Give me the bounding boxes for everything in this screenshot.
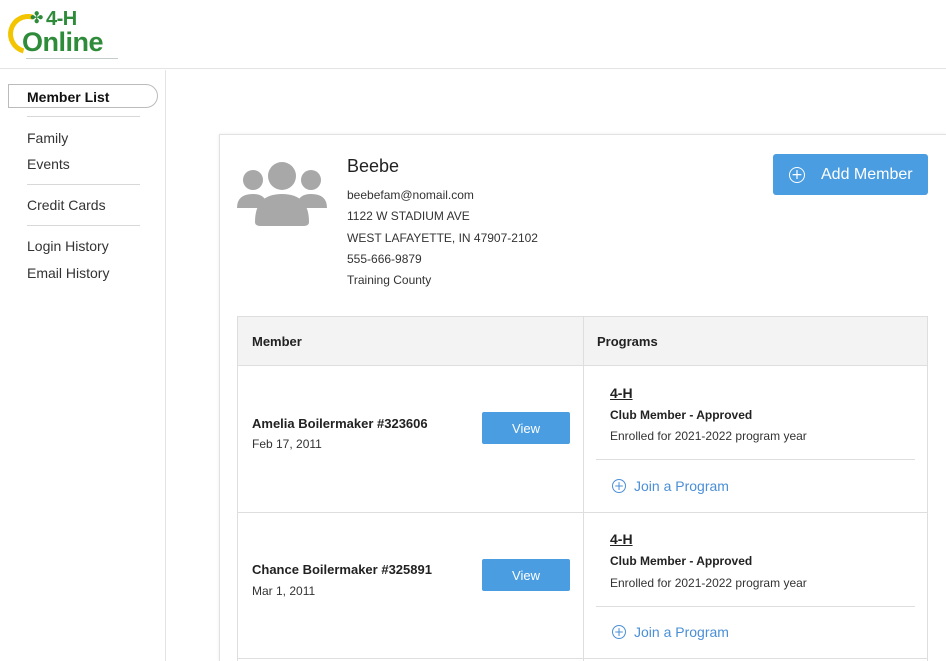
row-divider xyxy=(238,512,927,513)
family-address-line1: 1122 W STADIUM AVE xyxy=(347,209,470,223)
plus-circle-icon: + xyxy=(612,479,626,493)
4h-online-logo[interactable]: ✤ 4-H Online xyxy=(0,6,118,64)
column-header-member: Member xyxy=(252,334,302,349)
sidebar-divider xyxy=(27,225,140,226)
sidebar: Member List Family Events Credit Cards L… xyxy=(0,70,166,661)
app-header: ✤ 4-H Online xyxy=(0,0,946,69)
member-name: Amelia Boilermaker #323606 xyxy=(252,416,428,431)
sidebar-item-email-history[interactable]: Email History xyxy=(27,265,109,281)
program-divider xyxy=(596,606,915,607)
sidebar-item-member-list[interactable]: Member List xyxy=(8,84,158,108)
logo-text-online: Online xyxy=(22,27,104,57)
clover-icon: ✤ xyxy=(30,8,44,27)
program-status: Club Member - Approved xyxy=(610,408,753,422)
logo-tagline xyxy=(26,58,118,61)
family-avatar-icon xyxy=(237,162,327,226)
family-name: Beebe xyxy=(347,156,400,176)
join-program-link[interactable]: + Join a Program xyxy=(612,624,729,640)
plus-circle-icon: + xyxy=(612,625,626,639)
row-divider xyxy=(238,658,927,659)
member-dob: Feb 17, 2011 xyxy=(252,437,322,451)
join-program-label: Join a Program xyxy=(634,624,729,640)
sidebar-divider xyxy=(27,184,140,185)
join-program-label: Join a Program xyxy=(634,478,729,494)
sidebar-item-login-history[interactable]: Login History xyxy=(27,238,109,254)
program-enrollment: Enrolled for 2021-2022 program year xyxy=(610,576,807,590)
join-program-link[interactable]: + Join a Program xyxy=(612,478,729,494)
program-link-4h[interactable]: 4-H xyxy=(610,531,633,547)
program-link-4h[interactable]: 4-H xyxy=(610,385,633,401)
column-divider xyxy=(583,317,584,661)
family-address-line2: WEST LAFAYETTE, IN 47907-2102 xyxy=(347,231,538,245)
add-member-button[interactable]: + Add Member xyxy=(773,154,928,195)
family-phone: 555-666-9879 xyxy=(347,252,422,266)
program-enrollment: Enrolled for 2021-2022 program year xyxy=(610,429,807,443)
member-name: Chance Boilermaker #325891 xyxy=(252,562,432,577)
column-header-programs: Programs xyxy=(597,334,658,349)
program-status: Club Member - Approved xyxy=(610,554,753,568)
member-dob: Mar 1, 2011 xyxy=(252,584,316,598)
sidebar-item-family[interactable]: Family xyxy=(27,130,68,146)
sidebar-item-events[interactable]: Events xyxy=(27,156,70,172)
family-email: beebefam@nomail.com xyxy=(347,188,474,202)
family-county: Training County xyxy=(347,273,432,287)
plus-circle-icon: + xyxy=(789,166,805,183)
program-divider xyxy=(596,459,915,460)
member-table: Member Programs Amelia Boilermaker #3236… xyxy=(237,316,928,661)
add-member-label: Add Member xyxy=(821,165,913,183)
sidebar-divider xyxy=(27,116,140,117)
sidebar-item-credit-cards[interactable]: Credit Cards xyxy=(27,197,106,213)
view-member-button[interactable]: View xyxy=(482,559,570,591)
view-member-button[interactable]: View xyxy=(482,412,570,444)
